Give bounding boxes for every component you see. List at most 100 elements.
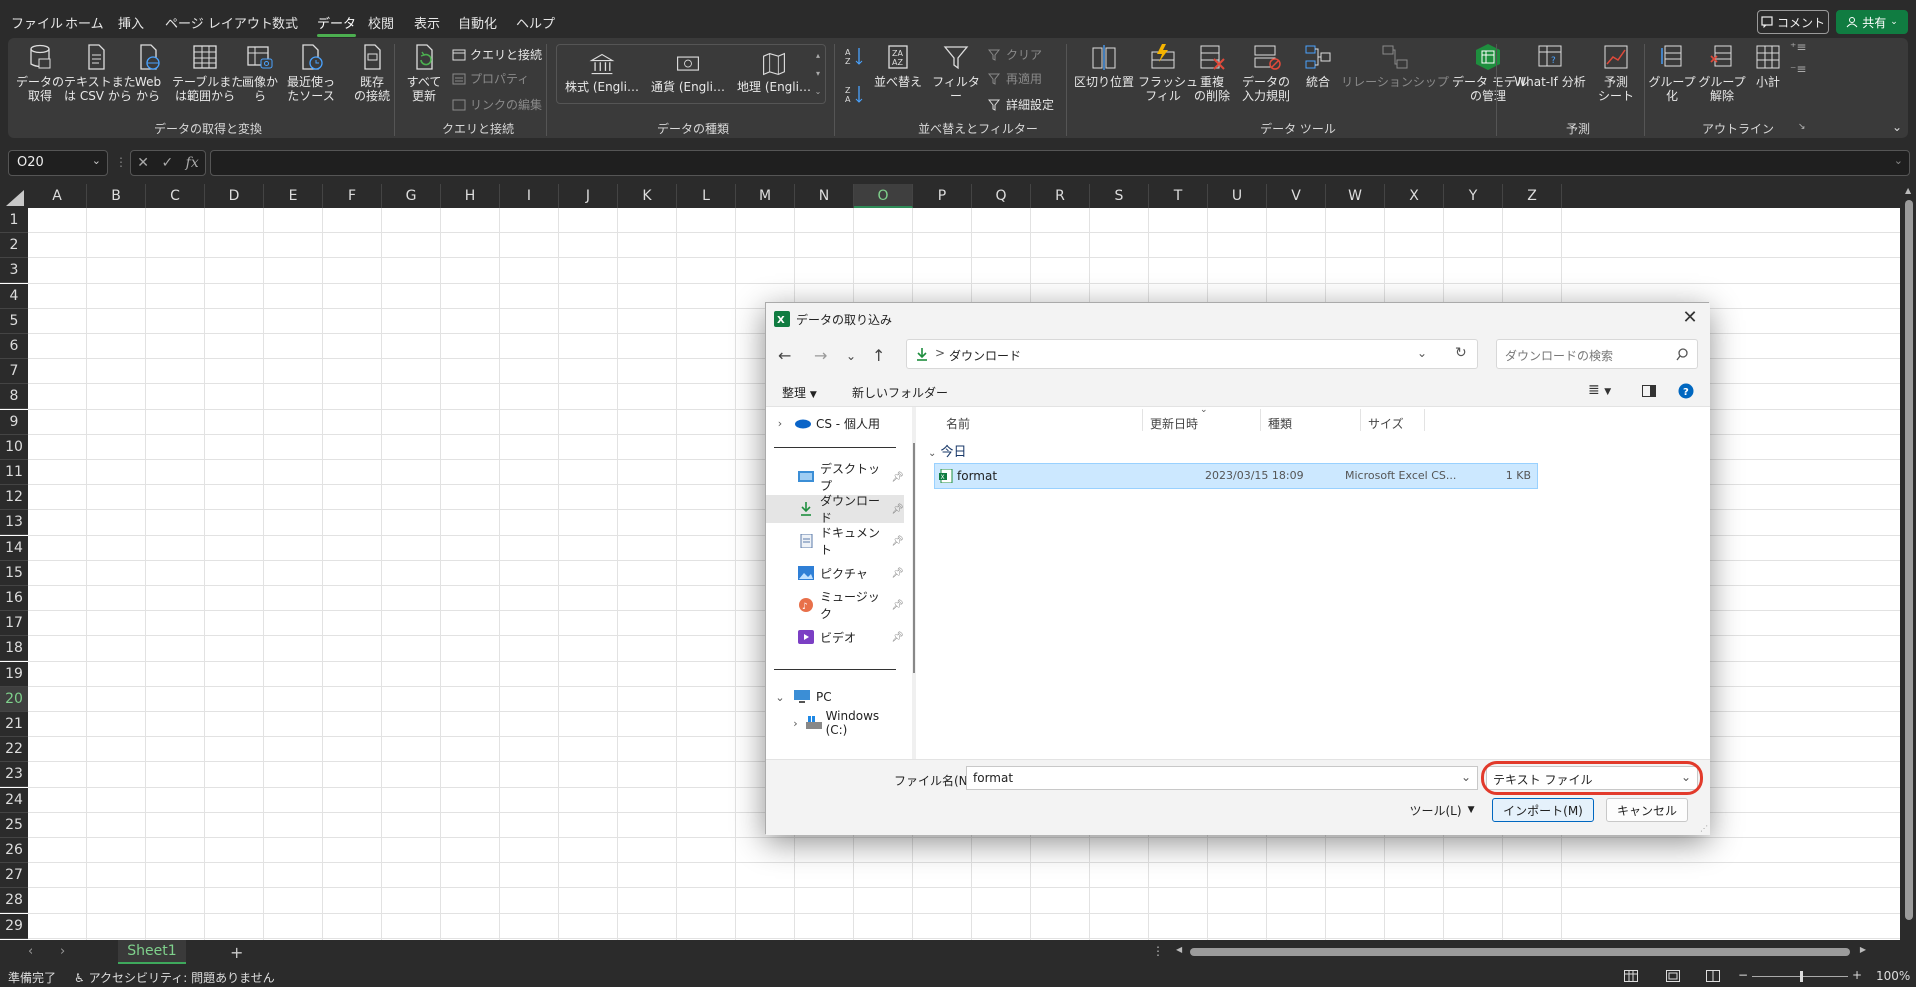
add-sheet-button[interactable]: + (230, 943, 243, 962)
ungroup-button[interactable]: グループ 解除 (1698, 42, 1746, 103)
stocks-button[interactable]: 株式 (Engli… (561, 51, 643, 94)
zoom-slider-thumb[interactable] (1800, 971, 1803, 982)
confirm-icon[interactable]: ✓ (161, 155, 173, 171)
pin-icon[interactable]: 📌︎ (891, 504, 904, 515)
row-header[interactable]: 18 (0, 636, 28, 662)
filename-input[interactable]: format ⌄ (966, 766, 1478, 790)
sort-descending-button[interactable]: ZA (844, 84, 864, 104)
tab-automate[interactable]: 自動化 (458, 13, 497, 32)
row-header[interactable]: 12 (0, 485, 28, 511)
column-separator[interactable] (1360, 409, 1361, 431)
zoom-in-icon[interactable]: + (1852, 968, 1862, 982)
tab-help[interactable]: ヘルプ (516, 13, 555, 32)
column-header[interactable]: Q (972, 184, 1031, 208)
from-table-range-button[interactable]: テーブルまた は範囲から (172, 42, 243, 103)
column-header[interactable]: M (736, 184, 795, 208)
tab-data[interactable]: データ (317, 13, 357, 37)
filter-button[interactable]: フィルター (928, 42, 984, 103)
horizontal-scroll-thumb[interactable] (1190, 948, 1850, 956)
reapply-button[interactable]: 再適用 (988, 70, 1042, 87)
currencies-button[interactable]: 通貨 (Engli… (647, 51, 729, 94)
text-to-columns-button[interactable]: 区切り位置 (1072, 42, 1136, 89)
cancel-icon[interactable]: ✕ (137, 155, 149, 171)
hide-detail-button[interactable]: ⁻≡ (1790, 62, 1806, 76)
column-header[interactable]: J (559, 184, 618, 208)
gallery-scroll[interactable]: ▴ ▾ ⌄ (813, 47, 823, 101)
row-header[interactable]: 23 (0, 762, 28, 788)
formula-input[interactable]: ⌄ (210, 150, 1910, 176)
row-header[interactable]: 28 (0, 888, 28, 914)
from-web-button[interactable]: Web から (130, 42, 166, 103)
search-input[interactable]: ダウンロードの検索 (1496, 339, 1698, 369)
existing-connections-button[interactable]: 既存 の接続 (348, 42, 396, 103)
row-header[interactable]: 2 (0, 233, 28, 259)
insert-function-button[interactable]: fx (186, 155, 199, 171)
row-header[interactable]: 13 (0, 510, 28, 536)
what-if-analysis-button[interactable]: ? What-If 分析 (1508, 42, 1592, 89)
column-header[interactable]: Z (1503, 184, 1562, 208)
column-header[interactable]: T (1149, 184, 1208, 208)
nav-scroll-thumb[interactable] (913, 443, 915, 673)
dialog-launcher-icon[interactable]: ↘ (1798, 122, 1806, 132)
address-bar[interactable]: > ダウンロード ⌄ ↻ (906, 339, 1478, 369)
view-options-icon[interactable]: ≣ ▼ (1588, 382, 1611, 398)
page-layout-view-icon[interactable] (1666, 970, 1680, 982)
column-header[interactable]: K (618, 184, 677, 208)
file-row-format[interactable]: X format 2023/03/15 18:09 Microsoft Exce… (934, 463, 1538, 489)
pin-icon[interactable]: 📌︎ (891, 600, 904, 611)
column-separator[interactable] (1142, 409, 1143, 431)
consolidate-button[interactable]: 統合 (1298, 42, 1338, 89)
relationships-button[interactable]: リレーションシップ (1340, 42, 1450, 89)
tab-file[interactable]: ファイル (11, 13, 63, 32)
sort-ascending-button[interactable]: AZ (844, 46, 864, 66)
row-header[interactable]: 3 (0, 258, 28, 284)
name-box[interactable]: O20 ⌄ (8, 150, 108, 176)
row-header[interactable]: 26 (0, 838, 28, 863)
show-detail-button[interactable]: ⁺≡ (1790, 40, 1806, 54)
row-header[interactable]: 15 (0, 560, 28, 586)
column-header[interactable]: U (1208, 184, 1267, 208)
column-header[interactable]: C (146, 184, 205, 208)
forecast-sheet-button[interactable]: 予測 シート (1594, 42, 1638, 103)
column-header-type[interactable]: 種類 (1268, 415, 1292, 432)
column-header[interactable]: W (1326, 184, 1385, 208)
up-arrow-icon[interactable]: ↑ (872, 346, 885, 365)
row-header[interactable]: 21 (0, 712, 28, 737)
preview-pane-icon[interactable] (1642, 385, 1656, 397)
from-image-button[interactable]: 画像か ら (240, 42, 280, 103)
column-header[interactable]: X (1385, 184, 1444, 208)
column-separator[interactable] (1424, 409, 1425, 431)
expand-chevron-icon[interactable]: › (766, 417, 794, 430)
column-header[interactable]: V (1267, 184, 1326, 208)
edit-links-button[interactable]: リンクの編集 (452, 96, 542, 113)
collapse-chevron-icon[interactable]: ⌄ (766, 691, 794, 704)
new-folder-button[interactable]: 新しいフォルダー (852, 384, 948, 401)
text-csv-button[interactable]: テキストまた は CSV から (64, 42, 136, 103)
row-header[interactable]: 20 (0, 686, 28, 712)
geography-button[interactable]: 地理 (Engli… (733, 51, 815, 94)
group-header-today[interactable]: ⌄ 今日 (928, 441, 967, 460)
nav-item-onedrive[interactable]: › CS - 個人用 (766, 409, 904, 437)
tools-button[interactable]: ツール(L) ▼ (1402, 798, 1482, 822)
group-button[interactable]: グループ 化 (1648, 42, 1696, 103)
column-header[interactable]: A (28, 184, 87, 208)
row-header[interactable]: 17 (0, 611, 28, 637)
nav-item-pictures[interactable]: ピクチャ 📌︎ (766, 559, 904, 587)
import-button[interactable]: インポート(M) (1492, 798, 1594, 822)
zoom-out-icon[interactable]: − (1738, 968, 1748, 982)
share-button[interactable]: 共有 ⌄ (1836, 10, 1908, 34)
flash-fill-button[interactable]: フラッシュ フィル (1138, 42, 1198, 103)
column-header[interactable]: F (323, 184, 382, 208)
data-validation-button[interactable]: データの 入力規則 (1236, 42, 1296, 103)
tab-page-layout[interactable]: ページ レイアウト (165, 13, 273, 32)
pin-icon[interactable]: 📌︎ (891, 568, 904, 579)
row-header[interactable]: 5 (0, 308, 28, 334)
row-header[interactable]: 27 (0, 863, 28, 889)
expand-formula-icon[interactable]: ⌄ (1894, 154, 1903, 167)
column-header[interactable]: B (87, 184, 146, 208)
forward-arrow-icon[interactable]: → (814, 346, 827, 365)
column-header[interactable]: G (382, 184, 441, 208)
pin-icon[interactable]: 📌︎ (891, 472, 904, 483)
sheet-tab-sheet1[interactable]: Sheet1 (118, 940, 186, 964)
nav-item-downloads[interactable]: ダウンロード 📌︎ (766, 494, 904, 525)
